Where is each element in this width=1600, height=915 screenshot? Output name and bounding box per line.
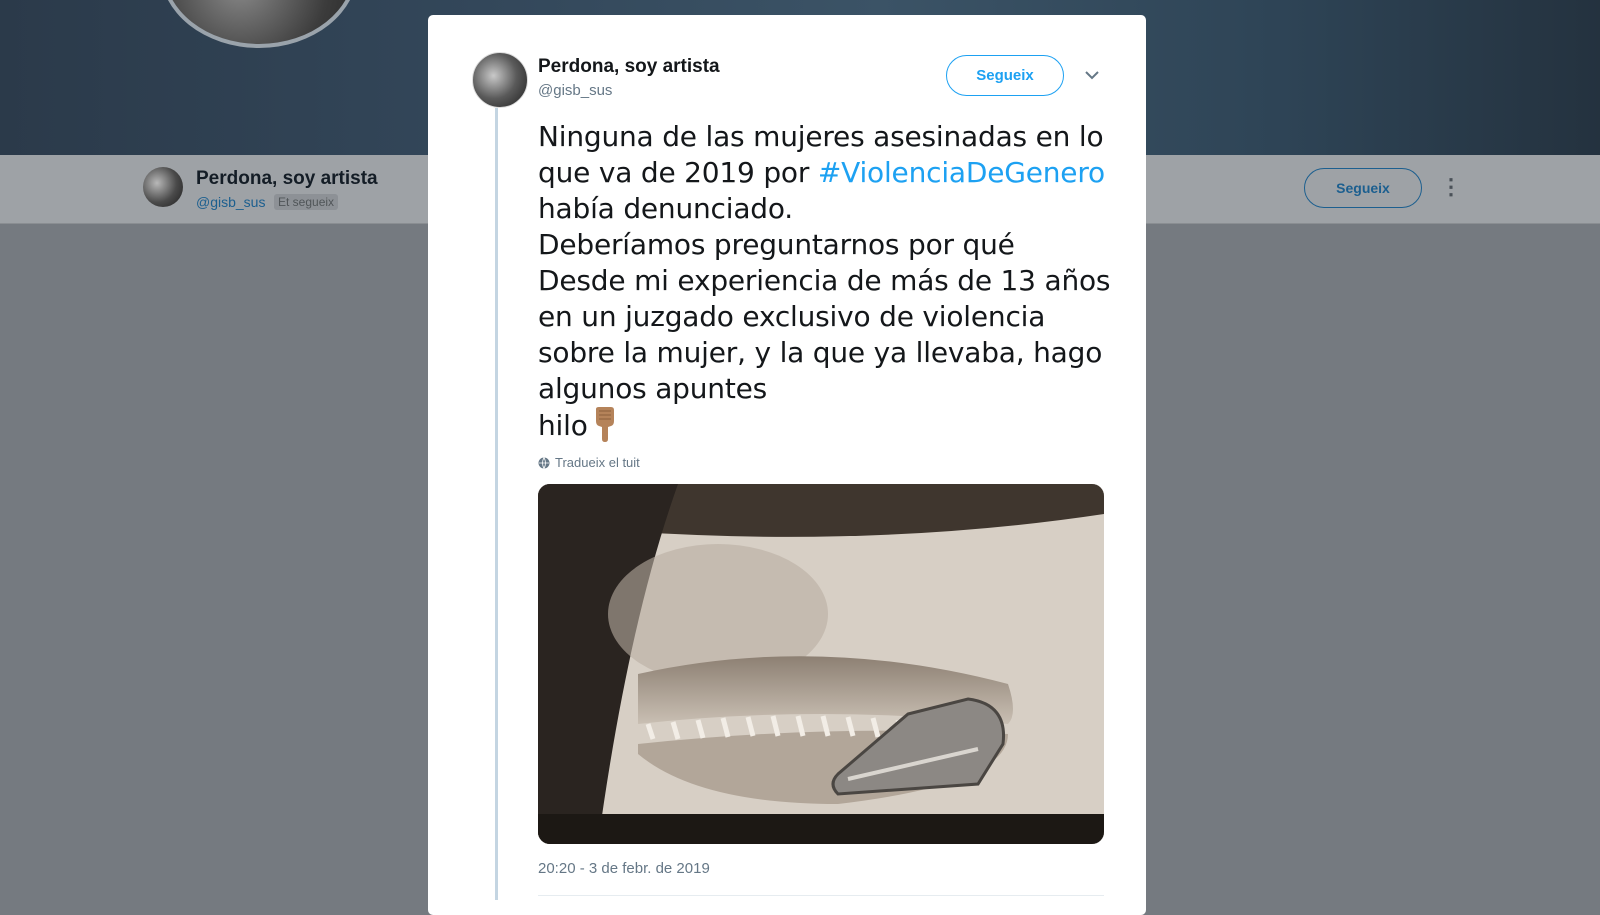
profile-bar-avatar[interactable]	[143, 167, 183, 207]
tweet-text: Ninguna de las mujeres asesinadas en lo …	[538, 119, 1118, 444]
globe-icon	[538, 456, 550, 469]
tweet-follow-button[interactable]: Segueix	[946, 55, 1064, 96]
hashtag-link[interactable]: #ViolenciaDeGenero	[818, 156, 1105, 189]
profile-follow-button[interactable]: Segueix	[1304, 168, 1422, 208]
thread-line	[495, 108, 498, 900]
divider	[538, 895, 1104, 896]
profile-bar-name[interactable]: Perdona, soy artista	[196, 168, 378, 190]
chevron-down-icon[interactable]	[1083, 66, 1101, 84]
tweet-timestamp[interactable]: 20:20 - 3 de febr. de 2019	[538, 860, 710, 877]
tweet-text-part2: había denunciado. Deberíamos preguntarno…	[538, 192, 1111, 442]
tweet-author-name[interactable]: Perdona, soy artista	[538, 56, 720, 78]
more-vertical-icon[interactable]: ⋮	[1440, 176, 1462, 198]
tweet-image[interactable]	[538, 484, 1104, 844]
pointing-down-icon	[595, 407, 614, 442]
translate-label[interactable]: Tradueix el tuit	[555, 455, 640, 470]
tweet-author-avatar[interactable]	[472, 52, 528, 108]
profile-bar-handle[interactable]: @gisb_sus	[196, 194, 265, 210]
zipper-mouth-image	[538, 484, 1104, 844]
follows-you-badge: Et segueix	[274, 194, 339, 210]
tweet-author-handle[interactable]: @gisb_sus	[538, 82, 612, 99]
translate-link[interactable]: Tradueix el tuit	[538, 455, 640, 470]
